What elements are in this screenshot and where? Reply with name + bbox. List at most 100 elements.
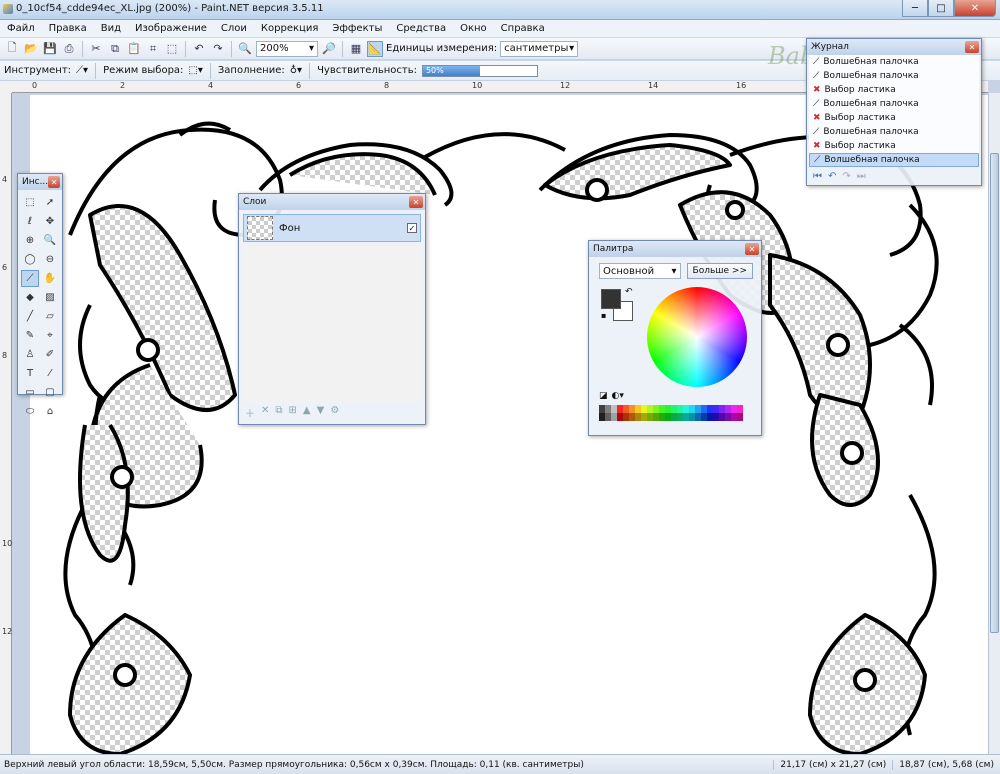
history-item[interactable]: ✖ Выбор ластика xyxy=(809,139,979,153)
maximize-button[interactable]: □ xyxy=(928,0,954,17)
rounded-rect-icon[interactable]: ▢ xyxy=(41,384,59,401)
menu-utilities[interactable]: Средства xyxy=(389,23,453,34)
recolor-icon[interactable]: ✐ xyxy=(41,346,59,363)
ellipse-select-icon[interactable]: ◯ xyxy=(21,251,39,268)
pencil-icon[interactable]: ✎ xyxy=(21,327,39,344)
deselect-icon[interactable]: ⬚ xyxy=(164,41,180,57)
sensitivity-slider[interactable]: 50% xyxy=(421,64,538,77)
paintbrush-icon[interactable]: ╱ xyxy=(21,308,39,325)
menu-window[interactable]: Окно xyxy=(453,23,494,34)
save-icon[interactable]: 💾 xyxy=(42,41,58,57)
color-wheel[interactable] xyxy=(647,287,747,387)
paste-icon[interactable]: 📋 xyxy=(126,41,142,57)
menu-help[interactable]: Справка xyxy=(494,23,552,34)
palette-mode-combo[interactable]: Основной ▾ xyxy=(599,263,681,279)
print-icon[interactable]: ⎙ xyxy=(61,41,77,57)
layer-row-background[interactable]: Фон ✓ xyxy=(243,214,421,242)
redo-icon[interactable]: ↷ xyxy=(842,171,850,182)
menu-view[interactable]: Вид xyxy=(94,23,128,34)
move-icon[interactable]: ✥ xyxy=(41,213,59,230)
menu-file[interactable]: Файл xyxy=(0,23,42,34)
merge-layer-icon[interactable]: ⊞ xyxy=(289,405,297,420)
text-icon[interactable]: T xyxy=(21,365,39,382)
history-item-selected[interactable]: ⟋ Волшебная палочка xyxy=(809,153,979,167)
move-layer-down-icon[interactable]: ▼ xyxy=(317,405,325,420)
duplicate-layer-icon[interactable]: ⧉ xyxy=(275,405,282,420)
line-curve-icon[interactable]: ⁄ xyxy=(41,365,59,382)
history-item[interactable]: ⟋ Волшебная палочка xyxy=(809,55,979,69)
swap-colors-icon[interactable]: ↶ xyxy=(625,287,633,297)
clone-stamp-icon[interactable]: ♙ xyxy=(21,346,39,363)
undo-icon[interactable]: ↶ xyxy=(828,171,836,182)
tools-panel-titlebar[interactable]: Инс... ✕ xyxy=(18,174,62,190)
crop-icon[interactable]: ⌗ xyxy=(145,41,161,57)
paint-bucket-icon[interactable]: ◆ xyxy=(21,289,39,306)
magic-wand-icon[interactable]: ⟋ xyxy=(21,270,39,287)
move-selection-icon[interactable]: ➚ xyxy=(41,194,59,211)
redo-icon[interactable]: ↷ xyxy=(210,41,226,57)
color-swatch[interactable] xyxy=(737,405,743,413)
image-canvas[interactable] xyxy=(30,95,988,754)
history-item[interactable]: ⟋ Волшебная палочка xyxy=(809,97,979,111)
tools-panel-close-icon[interactable]: ✕ xyxy=(48,176,60,188)
pan-icon[interactable]: ✋ xyxy=(41,270,59,287)
copy-icon[interactable]: ⧉ xyxy=(107,41,123,57)
vertical-scrollbar[interactable] xyxy=(988,93,1000,754)
lasso-icon[interactable]: ℓ xyxy=(21,213,39,230)
menu-edit[interactable]: Правка xyxy=(42,23,94,34)
layers-panel-close-icon[interactable]: ✕ xyxy=(409,196,423,208)
fast-forward-icon[interactable]: ⏭ xyxy=(857,171,866,182)
history-item[interactable]: ✖ Выбор ластика xyxy=(809,111,979,125)
zoom-out-icon[interactable]: 🔍 xyxy=(237,41,253,57)
move-layer-up-icon[interactable]: ▲ xyxy=(303,405,311,420)
palette-more-button[interactable]: Больше >> xyxy=(686,263,753,279)
layers-panel-titlebar[interactable]: Слои ✕ xyxy=(239,194,425,210)
menu-effects[interactable]: Эффекты xyxy=(325,23,389,34)
add-layer-icon[interactable]: ＋ xyxy=(245,405,255,420)
color-picker-mini-icon[interactable]: ◪ xyxy=(599,391,608,401)
grid-icon[interactable]: ▦ xyxy=(348,41,364,57)
layer-visibility-checkbox[interactable]: ✓ xyxy=(407,223,417,233)
fill-mode-icon[interactable]: ♁▾ xyxy=(290,65,302,76)
palette-panel-close-icon[interactable]: ✕ xyxy=(745,243,759,255)
reset-colors-icon[interactable]: ▪ xyxy=(601,311,606,320)
zoom-in-icon[interactable]: 🔎 xyxy=(321,41,337,57)
rewind-icon[interactable]: ⏮ xyxy=(813,171,822,182)
layer-properties-icon[interactable]: ⚙ xyxy=(330,405,339,420)
color-picker-icon[interactable]: ⌖ xyxy=(41,327,59,344)
zoom-combo[interactable]: 200% ▾ xyxy=(256,40,318,57)
history-item[interactable]: ⟋ Волшебная палочка xyxy=(809,69,979,83)
freeform-shape-icon[interactable]: ⌂ xyxy=(41,403,59,420)
new-file-icon[interactable]: 🗋 xyxy=(4,41,20,57)
ellipse-icon[interactable]: ⬭ xyxy=(21,403,39,420)
undo-icon[interactable]: ↶ xyxy=(191,41,207,57)
rect-select-icon[interactable]: ⬚ xyxy=(21,194,39,211)
cut-icon[interactable]: ✂ xyxy=(88,41,104,57)
eraser-icon[interactable]: ▱ xyxy=(41,308,59,325)
gradient-icon[interactable]: ▨ xyxy=(41,289,59,306)
minimize-button[interactable]: ─ xyxy=(902,0,928,17)
menu-layers[interactable]: Слои xyxy=(214,23,254,34)
rectangle-icon[interactable]: ▭ xyxy=(21,384,39,401)
color-swatch-grid[interactable] xyxy=(599,405,751,421)
magic-wand-icon[interactable]: ⟋▾ xyxy=(76,65,88,76)
open-file-icon[interactable]: 📂 xyxy=(23,41,39,57)
history-panel-close-icon[interactable]: ✕ xyxy=(965,41,979,53)
zoom-icon[interactable]: ⊕ xyxy=(21,232,39,249)
color-swatch[interactable] xyxy=(737,413,743,421)
delete-layer-icon[interactable]: ✕ xyxy=(261,405,269,420)
selection-mode-icon[interactable]: ⬚▾ xyxy=(188,65,202,76)
history-panel-titlebar[interactable]: Журнал ✕ xyxy=(807,39,981,55)
history-item[interactable]: ⟋ Волшебная палочка xyxy=(809,125,979,139)
palette-menu-icon[interactable]: ◐▾ xyxy=(612,391,624,401)
primary-color-swatch[interactable] xyxy=(601,289,621,309)
units-combo[interactable]: сантиметры ▾ xyxy=(500,40,579,57)
menu-image[interactable]: Изображение xyxy=(128,23,214,34)
palette-panel-titlebar[interactable]: Палитра ✕ xyxy=(589,241,761,257)
magnify-icon[interactable]: 🔍 xyxy=(41,232,59,249)
rulers-icon[interactable]: 📐 xyxy=(367,40,383,57)
menu-adjustments[interactable]: Коррекция xyxy=(254,23,325,34)
history-item[interactable]: ✖ Выбор ластика xyxy=(809,83,979,97)
close-button[interactable]: ✕ xyxy=(954,0,996,17)
scrollbar-thumb[interactable] xyxy=(990,153,999,633)
